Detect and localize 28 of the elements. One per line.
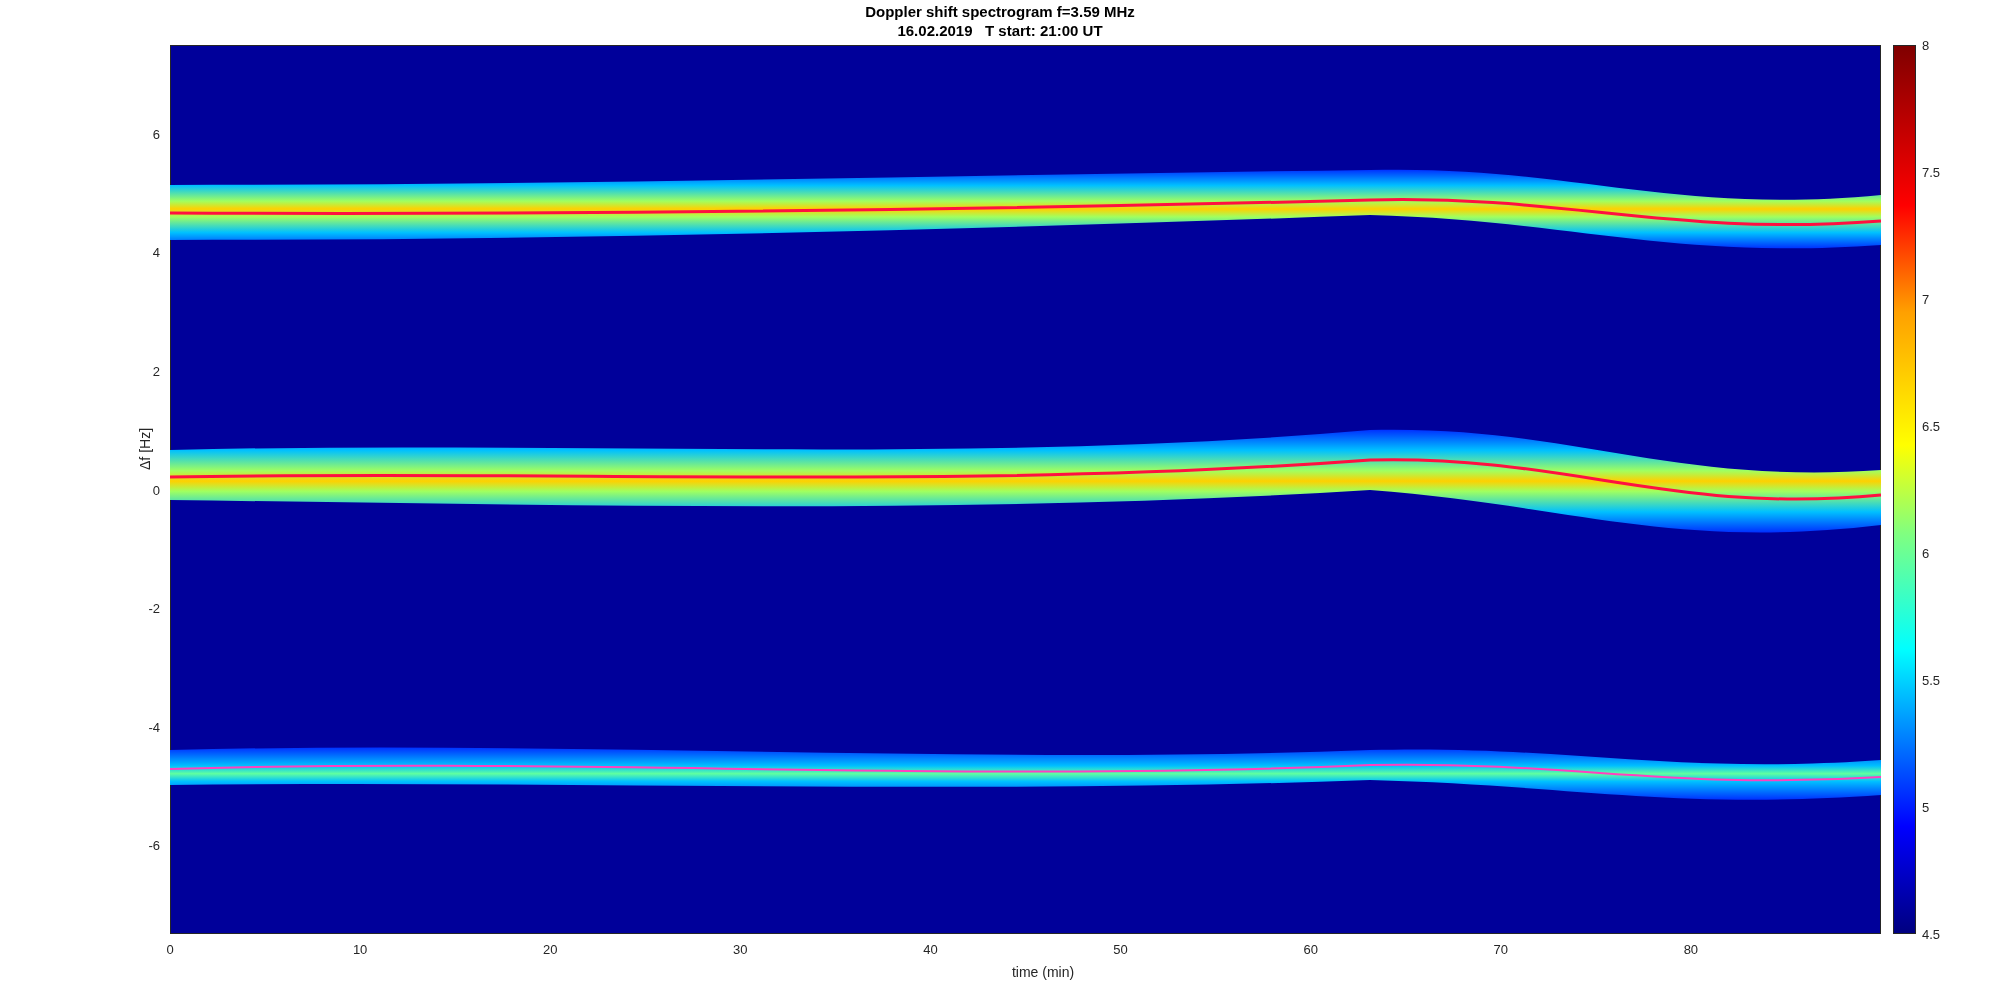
colorbar-tick-label: 4.5 (1922, 926, 1941, 944)
y-tick-label: 4 (151, 244, 160, 263)
x-tick-label: 0 (165, 941, 175, 959)
colorbar-tick-label: 5.5 (1922, 672, 1941, 690)
x-tick-label: 20 (542, 941, 559, 959)
colorbar-tick-label: 6 (1922, 545, 1930, 563)
y-axis-label: Δf [Hz] (136, 427, 154, 470)
colorbar-tick-label: 7.5 (1922, 164, 1941, 182)
chart-subtitle: 16.02.2019 T start: 21:00 UT (897, 21, 1103, 40)
x-tick-label: 80 (1682, 941, 1700, 959)
colorbar-tick-label: 5 (1922, 799, 1930, 817)
colorbar-tick-label: 6.5 (1922, 418, 1941, 436)
chart-title: Doppler shift spectrogram f=3.59 MHz (865, 2, 1135, 21)
x-tick-label: 30 (732, 941, 749, 959)
x-tick-label: 60 (1302, 941, 1319, 959)
x-tick-label: 50 (1112, 941, 1129, 959)
x-tick-label: 70 (1492, 941, 1509, 959)
y-tick-label: 2 (151, 362, 160, 381)
y-tick-label: -2 (147, 600, 160, 619)
x-axis-label: time (min) (1010, 963, 1076, 982)
x-tick-label: 10 (351, 941, 369, 959)
y-tick-label: -4 (147, 718, 160, 737)
colorbar-tick-label: 7 (1922, 291, 1930, 309)
colorbar-tick-label: 8 (1922, 37, 1930, 55)
y-tick-label: 0 (151, 481, 160, 500)
x-tick-label: 40 (922, 941, 939, 959)
y-tick-label: 6 (151, 125, 160, 144)
y-tick-label: -6 (147, 837, 160, 856)
